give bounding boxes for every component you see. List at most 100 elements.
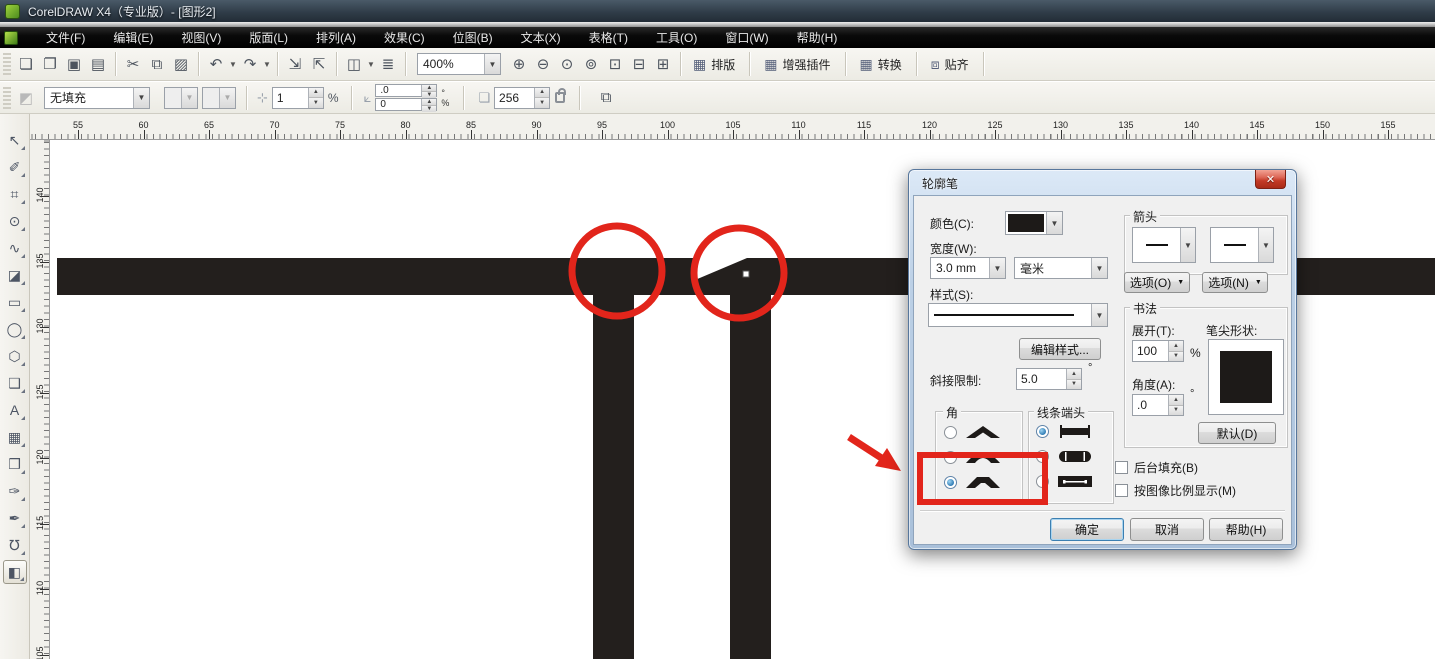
vertical-ruler[interactable]: 140135130125120115110105 <box>30 140 50 659</box>
angle-value[interactable]: .0 <box>1133 395 1168 415</box>
steps-spinner[interactable]: 256 ▲▼ <box>494 87 550 109</box>
zoom-page-height-icon[interactable]: ⊞ <box>651 52 675 76</box>
menu-item[interactable]: 文件(F) <box>32 27 99 48</box>
radio-icon[interactable] <box>1036 425 1049 438</box>
blend-tool-icon[interactable]: ❒ <box>3 452 27 476</box>
miter-limit-spinner[interactable]: 5.0 ▲▼ <box>1016 368 1082 390</box>
scale-with-image-checkbox[interactable]: 按图像比例显示(M) <box>1115 482 1236 499</box>
redo-icon[interactable]: ↷ <box>238 52 262 76</box>
chevron-down-icon[interactable]: ▼ <box>133 88 149 108</box>
new-document-icon[interactable]: ❏ <box>14 52 38 76</box>
copy-icon[interactable]: ⧉ <box>145 52 169 76</box>
zoom-level-combo[interactable]: 400% ▼ <box>417 53 501 75</box>
chevron-down-icon[interactable]: ▼ <box>219 88 235 108</box>
zoom-tool-icon[interactable]: ⊙ <box>3 209 27 233</box>
spin-down-icon[interactable]: ▼ <box>535 98 549 108</box>
typesetting-button[interactable]: ▦排版 <box>686 52 742 76</box>
eyedropper-tool-icon[interactable]: ✑ <box>3 479 27 503</box>
rotate-spinner[interactable]: .0 ▲▼ <box>375 84 437 97</box>
options-n-button[interactable]: 选项(N) ▼ <box>1202 272 1268 293</box>
menu-item[interactable]: 视图(V) <box>167 27 235 48</box>
outline-pen-tool-icon[interactable]: ✒ <box>3 506 27 530</box>
chevron-down-icon[interactable]: ▼ <box>989 258 1005 278</box>
fill-option-combo-1[interactable]: ▼ <box>164 87 198 109</box>
polygon-tool-icon[interactable]: ⬡ <box>3 344 27 368</box>
help-button[interactable]: 帮助(H) <box>1209 518 1283 541</box>
text-tool-icon[interactable]: A <box>3 398 27 422</box>
angle-spinner[interactable]: .0 ▲▼ <box>1132 394 1184 416</box>
fill-type-combo[interactable]: 无填充 ▼ <box>44 87 150 109</box>
table-tool-icon[interactable]: ▦ <box>3 425 27 449</box>
spin-up-icon[interactable]: ▲ <box>535 88 549 99</box>
spin-down-icon[interactable]: ▼ <box>1169 352 1183 362</box>
spinner-buttons[interactable]: ▲▼ <box>421 99 436 110</box>
default-button[interactable]: 默认(D) <box>1198 422 1276 444</box>
horizontal-ruler[interactable]: 5560657075808590951001051101151201251301… <box>30 114 1435 140</box>
menu-item[interactable]: 效果(C) <box>370 27 439 48</box>
style-combo[interactable]: ▼ <box>928 303 1108 327</box>
interactive-fill-tool-icon[interactable]: ◧ <box>3 560 27 584</box>
corner-option-miter[interactable] <box>944 425 1002 439</box>
steps-value[interactable]: 256 <box>495 88 534 108</box>
width-unit-combo[interactable]: 毫米 ▼ <box>1014 257 1108 279</box>
menu-item[interactable]: 工具(O) <box>642 27 711 48</box>
menu-item[interactable]: 位图(B) <box>439 27 507 48</box>
app-launcher-icon[interactable]: ◫ <box>342 52 366 76</box>
fountain-fill-icon[interactable]: ◩ <box>14 86 38 110</box>
spinner-buttons[interactable]: ▲▼ <box>308 88 323 108</box>
checkbox-icon[interactable] <box>1115 461 1128 474</box>
zoom-out-icon[interactable]: ⊖ <box>531 52 555 76</box>
spinner-buttons[interactable]: ▲▼ <box>1168 341 1183 361</box>
spin-up-icon[interactable]: ▲ <box>1067 369 1081 380</box>
edit-style-button[interactable]: 编辑样式... <box>1019 338 1101 360</box>
mirror-copy-icon[interactable]: ⧉ <box>594 86 618 110</box>
toolbar-grip[interactable] <box>3 53 11 75</box>
menu-item[interactable]: 版面(L) <box>235 27 302 48</box>
start-arrow-combo[interactable]: ▼ <box>1132 227 1196 263</box>
chevron-down-icon[interactable]: ▼ <box>228 52 238 76</box>
spin-down-icon[interactable]: ▼ <box>422 106 436 112</box>
menu-item[interactable]: 窗口(W) <box>711 27 782 48</box>
menu-item[interactable]: 表格(T) <box>575 27 642 48</box>
fill-option-combo-2[interactable]: ▼ <box>202 87 236 109</box>
chevron-down-icon[interactable]: ▼ <box>1046 212 1062 234</box>
export-icon[interactable]: ⇱ <box>307 52 331 76</box>
chevron-down-icon[interactable]: ▼ <box>1180 228 1195 262</box>
enhanced-plugins-button[interactable]: ▦增强插件 <box>757 52 837 76</box>
propbar-grip[interactable] <box>3 87 11 109</box>
ellipse-tool-icon[interactable]: ◯ <box>3 317 27 341</box>
options-o-button[interactable]: 选项(O) ▼ <box>1124 272 1190 293</box>
cancel-button[interactable]: 取消 <box>1130 518 1204 541</box>
spin-up-icon[interactable]: ▲ <box>1169 341 1183 352</box>
width-combo[interactable]: 3.0 mm ▼ <box>930 257 1006 279</box>
spin-up-icon[interactable]: ▲ <box>422 85 436 92</box>
zoom-page-icon[interactable]: ⊡ <box>603 52 627 76</box>
spin-up-icon[interactable]: ▲ <box>309 88 323 99</box>
spinner-buttons[interactable]: ▲▼ <box>1066 369 1081 389</box>
shape-tool-icon[interactable]: ✐ <box>3 155 27 179</box>
crop-tool-icon[interactable]: ⌗ <box>3 182 27 206</box>
behind-fill-checkbox[interactable]: 后台填充(B) <box>1115 459 1198 476</box>
close-icon[interactable]: ✕ <box>1255 170 1286 189</box>
print-icon[interactable]: ▤ <box>86 52 110 76</box>
fill-tool-icon[interactable]: ℧ <box>3 533 27 557</box>
undo-icon[interactable]: ↶ <box>204 52 228 76</box>
skew-spinner[interactable]: 0 ▲▼ <box>375 98 437 111</box>
stretch-value[interactable]: 100 <box>1133 341 1168 361</box>
miter-limit-value[interactable]: 5.0 <box>1017 369 1066 389</box>
chevron-down-icon[interactable]: ▼ <box>366 52 376 76</box>
chevron-down-icon[interactable]: ▼ <box>181 88 197 108</box>
zoom-all-objects-icon[interactable]: ⊚ <box>579 52 603 76</box>
menu-item[interactable]: 文本(X) <box>507 27 575 48</box>
cap-option-butt[interactable] <box>1036 425 1094 438</box>
convert-button[interactable]: ▦转换 <box>853 52 909 76</box>
end-arrow-combo[interactable]: ▼ <box>1210 227 1274 263</box>
radio-icon[interactable] <box>944 426 957 439</box>
open-icon[interactable]: ❐ <box>38 52 62 76</box>
spin-up-icon[interactable]: ▲ <box>1169 395 1183 406</box>
outline-scale-spinner[interactable]: 1 ▲▼ <box>272 87 324 109</box>
save-icon[interactable]: ▣ <box>62 52 86 76</box>
rotate-value[interactable]: .0 <box>376 85 421 96</box>
spinner-buttons[interactable]: ▲▼ <box>421 85 436 96</box>
ok-button[interactable]: 确定 <box>1050 518 1124 541</box>
